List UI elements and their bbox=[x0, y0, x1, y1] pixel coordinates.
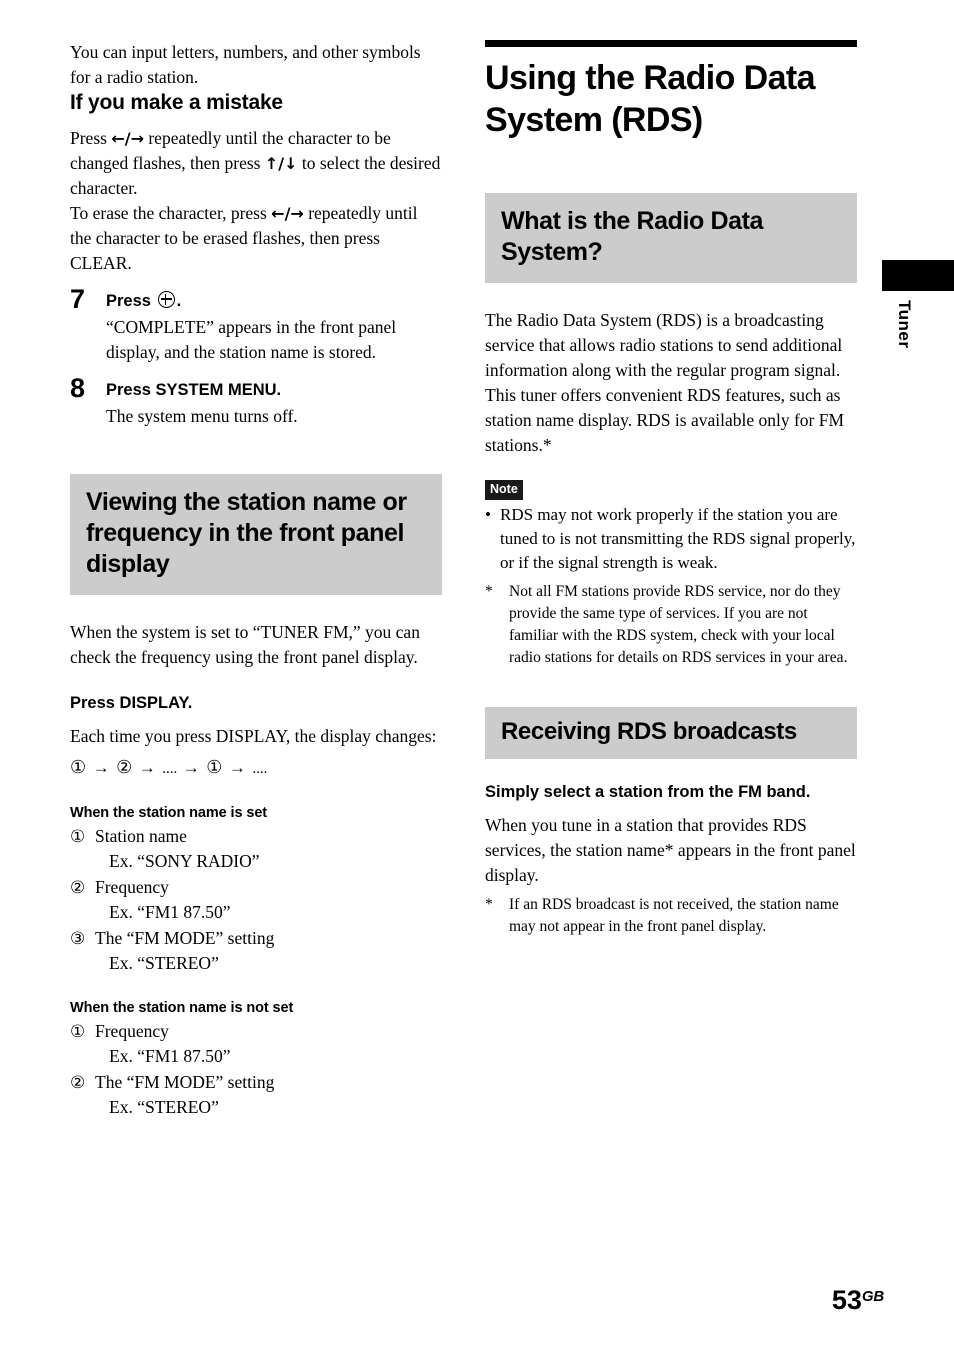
enter-button-icon bbox=[157, 291, 175, 308]
list-item: ③ The “FM MODE” setting bbox=[70, 926, 442, 951]
circled-number-icon: ① bbox=[70, 1022, 86, 1041]
page-title: Using the Radio Data System (RDS) bbox=[485, 59, 816, 139]
receiving-footnote: * If an RDS broadcast is not received, t… bbox=[485, 894, 857, 938]
section-heading-label: Viewing the station name or frequency in… bbox=[86, 488, 407, 578]
list-item: ② The “FM MODE” setting bbox=[70, 1070, 442, 1095]
step-number: 7 bbox=[70, 284, 86, 314]
step-number: 8 bbox=[70, 373, 86, 403]
footnote: * Not all FM stations provide RDS servic… bbox=[485, 581, 857, 669]
step-title: Press SYSTEM MENU. bbox=[106, 381, 282, 399]
note-block: Note • RDS may not work properly if the … bbox=[485, 480, 857, 669]
list-item: ① Station name bbox=[70, 824, 442, 849]
step-body: The system menu turns off. bbox=[106, 406, 298, 426]
page-number-value: 53 bbox=[831, 1285, 862, 1315]
press-display-heading: Press DISPLAY. bbox=[70, 694, 193, 712]
list-item-example: Ex. “FM1 87.50” bbox=[109, 902, 231, 922]
right-arrow-icon-4: → bbox=[228, 758, 247, 777]
list-item-label: The “FM MODE” setting bbox=[95, 928, 275, 948]
asterisk-icon: * bbox=[485, 895, 493, 913]
tuner-fm-paragraph: When the system is set to “TUNER FM,” yo… bbox=[70, 622, 420, 667]
bullet-icon: • bbox=[485, 504, 491, 524]
right-arrow-icon: → bbox=[92, 758, 111, 777]
mistake-heading: If you make a mistake bbox=[70, 91, 283, 114]
note-bullet: • RDS may not work properly if the stati… bbox=[485, 503, 857, 575]
receiving-body: When you tune in a station that provides… bbox=[485, 814, 856, 885]
step-body: “COMPLETE” appears in the front panel di… bbox=[106, 317, 397, 362]
page-region-code: GB bbox=[861, 1288, 884, 1305]
list-item-example: Ex. “SONY RADIO” bbox=[109, 851, 260, 871]
section-heading-viewing-station-name: Viewing the station name or frequency in… bbox=[70, 474, 442, 595]
section-heading-label: Receiving RDS broadcasts bbox=[501, 717, 797, 745]
page-number: 53GB bbox=[832, 1283, 884, 1314]
intro-paragraph: You can input letters, numbers, and othe… bbox=[70, 42, 421, 87]
list-item-example: Ex. “STEREO” bbox=[109, 953, 219, 973]
sequence-ellipsis-1: .... bbox=[162, 761, 178, 777]
list-item: ② Frequency bbox=[70, 875, 442, 900]
display-sequence: ① → ② → .... → ① → .... bbox=[70, 753, 442, 783]
list-item-label: Frequency bbox=[95, 877, 169, 897]
circled-number-icon: ① bbox=[70, 827, 86, 846]
station-name-set-heading: When the station name is set bbox=[70, 805, 268, 821]
asterisk-icon: * bbox=[485, 582, 493, 600]
list-item: ① Frequency bbox=[70, 1019, 442, 1044]
each-time-paragraph: Each time you press DISPLAY, the display… bbox=[70, 726, 437, 746]
station-name-not-set-heading: When the station name is not set bbox=[70, 1000, 294, 1016]
step-7: 7 Press . “COMPLETE” appears in the fron… bbox=[70, 286, 442, 365]
circled-1-icon-2: ① bbox=[206, 757, 224, 777]
note-bullet-text: RDS may not work properly if the station… bbox=[500, 504, 856, 572]
step-title-text: Press bbox=[106, 292, 151, 310]
receiving-footnote-text: If an RDS broadcast is not received, the… bbox=[509, 895, 839, 935]
manual-page: You can input letters, numbers, and othe… bbox=[0, 0, 954, 1352]
list-item-label: Frequency bbox=[95, 1021, 169, 1041]
circled-2-icon: ② bbox=[116, 757, 134, 777]
right-arrow-icon-3: → bbox=[182, 758, 201, 777]
section-heading-label: What is the Radio Data System? bbox=[501, 207, 764, 266]
section-heading-what-is-rds: What is the Radio Data System? bbox=[485, 193, 857, 283]
step-8: 8 Press SYSTEM MENU. The system menu tur… bbox=[70, 375, 442, 429]
mistake-text-a: Press bbox=[70, 128, 112, 148]
circled-number-icon: ② bbox=[70, 878, 86, 897]
circled-number-icon: ② bbox=[70, 1073, 86, 1092]
erase-text-a: To erase the character, press bbox=[70, 203, 272, 223]
up-down-arrow-icon: ↑/↓ bbox=[264, 154, 298, 173]
station-name-not-set-list: ① Frequency Ex. “FM1 87.50” ② The “FM MODE… bbox=[70, 1019, 442, 1120]
sequence-ellipsis-2: .... bbox=[252, 761, 268, 777]
circled-1-icon: ① bbox=[70, 757, 88, 777]
mistake-paragraph-2: To erase the character, press ←/→ repeat… bbox=[70, 201, 442, 276]
step-title: Press . bbox=[106, 290, 442, 312]
left-right-arrow-icon-2: ←/→ bbox=[271, 204, 304, 223]
chapter-edge-label: Tuner bbox=[895, 300, 914, 349]
left-column: You can input letters, numbers, and othe… bbox=[70, 40, 442, 1120]
list-item-example: Ex. “STEREO” bbox=[109, 1097, 219, 1117]
mistake-paragraph-1: Press ←/→ repeatedly until the character… bbox=[70, 126, 442, 201]
list-item-label: Station name bbox=[95, 826, 187, 846]
right-column: Using the Radio Data System (RDS) What i… bbox=[485, 40, 857, 938]
circled-number-icon: ③ bbox=[70, 929, 86, 948]
step-title-suffix: . bbox=[176, 292, 182, 310]
right-arrow-icon-2: → bbox=[138, 758, 157, 777]
list-item-label: The “FM MODE” setting bbox=[95, 1072, 275, 1092]
note-badge: Note bbox=[485, 480, 523, 500]
chapter-edge-tab bbox=[882, 260, 954, 291]
footnote-text: Not all FM stations provide RDS service,… bbox=[509, 582, 848, 666]
what-is-rds-body: The Radio Data System (RDS) is a broadca… bbox=[485, 310, 845, 455]
list-item-example: Ex. “FM1 87.50” bbox=[109, 1046, 231, 1066]
left-right-arrow-icon: ←/→ bbox=[111, 129, 144, 148]
station-name-set-list: ① Station name Ex. “SONY RADIO” ② Frequenc… bbox=[70, 824, 442, 976]
chapter-rule bbox=[485, 40, 857, 47]
simply-select-heading: Simply select a station from the FM band… bbox=[485, 782, 811, 801]
section-heading-receiving-rds: Receiving RDS broadcasts bbox=[485, 706, 857, 759]
